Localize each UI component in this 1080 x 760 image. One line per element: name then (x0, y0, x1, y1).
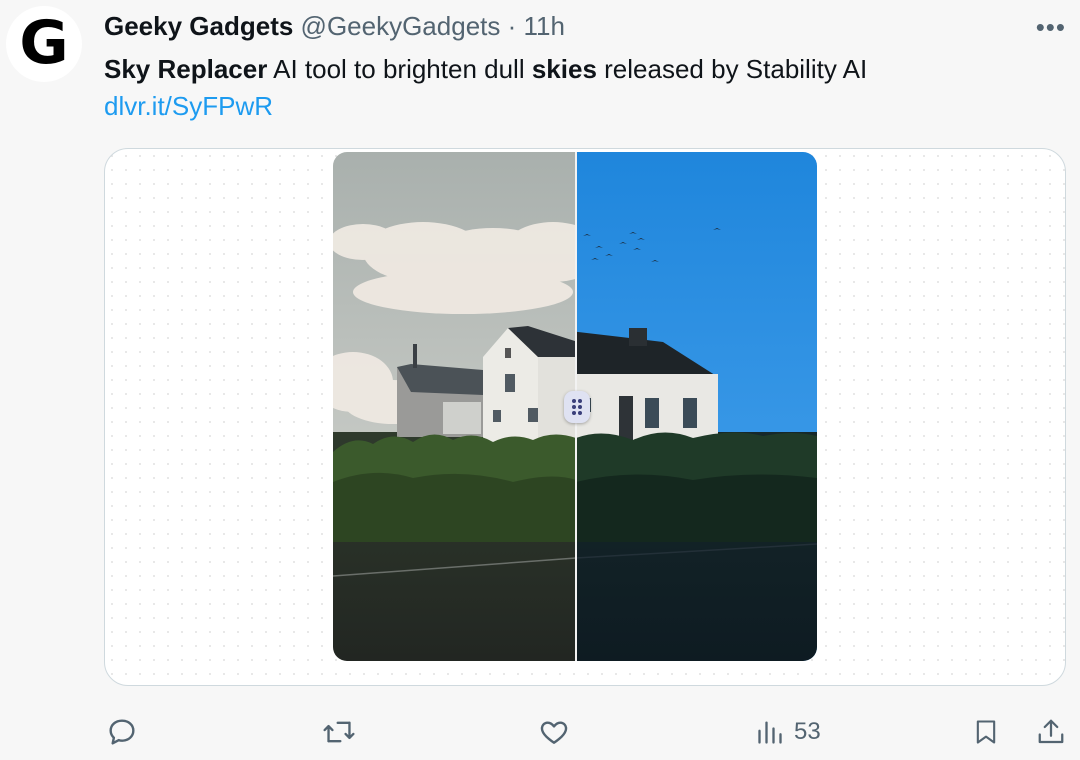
tweet-text: Sky Replacer AI tool to brighten dull sk… (104, 52, 867, 86)
tweet-time[interactable]: 11h (524, 11, 565, 41)
like-button[interactable] (538, 716, 570, 748)
author-name[interactable]: Geeky Gadgets (104, 11, 293, 41)
more-options-icon[interactable]: ••• (1036, 12, 1066, 43)
drag-dots-icon (572, 399, 582, 415)
reply-icon (109, 719, 135, 745)
bookmark-button[interactable] (972, 716, 1000, 748)
compare-handle[interactable] (564, 391, 590, 423)
retweet-button[interactable] (322, 716, 356, 748)
author-handle[interactable]: @GeekyGadgets (301, 11, 501, 41)
tweet-text-bold-2: skies (531, 54, 597, 84)
share-icon (1038, 719, 1064, 744)
media-card[interactable] (104, 148, 1066, 686)
tweet-link[interactable]: dlvr.it/SyFPwR (104, 89, 273, 123)
heart-icon (540, 721, 568, 744)
action-bar: 53 (0, 700, 1080, 760)
avatar-letter: G (19, 8, 69, 78)
tweet-header: Geeky Gadgets @GeekyGadgets · 11h (104, 10, 565, 42)
tweet-text-bold-1: Sky Replacer (104, 54, 268, 84)
before-after-photo[interactable] (333, 152, 817, 661)
views-button[interactable]: 53 (756, 716, 821, 748)
views-bar-chart-icon (758, 721, 782, 744)
retweet-icon (323, 721, 355, 743)
tweet-text-plain-2: released by Stability AI (596, 54, 868, 84)
avatar[interactable]: G (6, 6, 82, 82)
header-separator: · (507, 11, 517, 41)
bookmark-icon (976, 720, 996, 744)
views-count: 53 (794, 718, 821, 745)
reply-button[interactable] (106, 716, 138, 748)
tweet-text-plain-1: AI tool to brighten dull (267, 54, 532, 84)
share-button[interactable] (1036, 716, 1066, 748)
